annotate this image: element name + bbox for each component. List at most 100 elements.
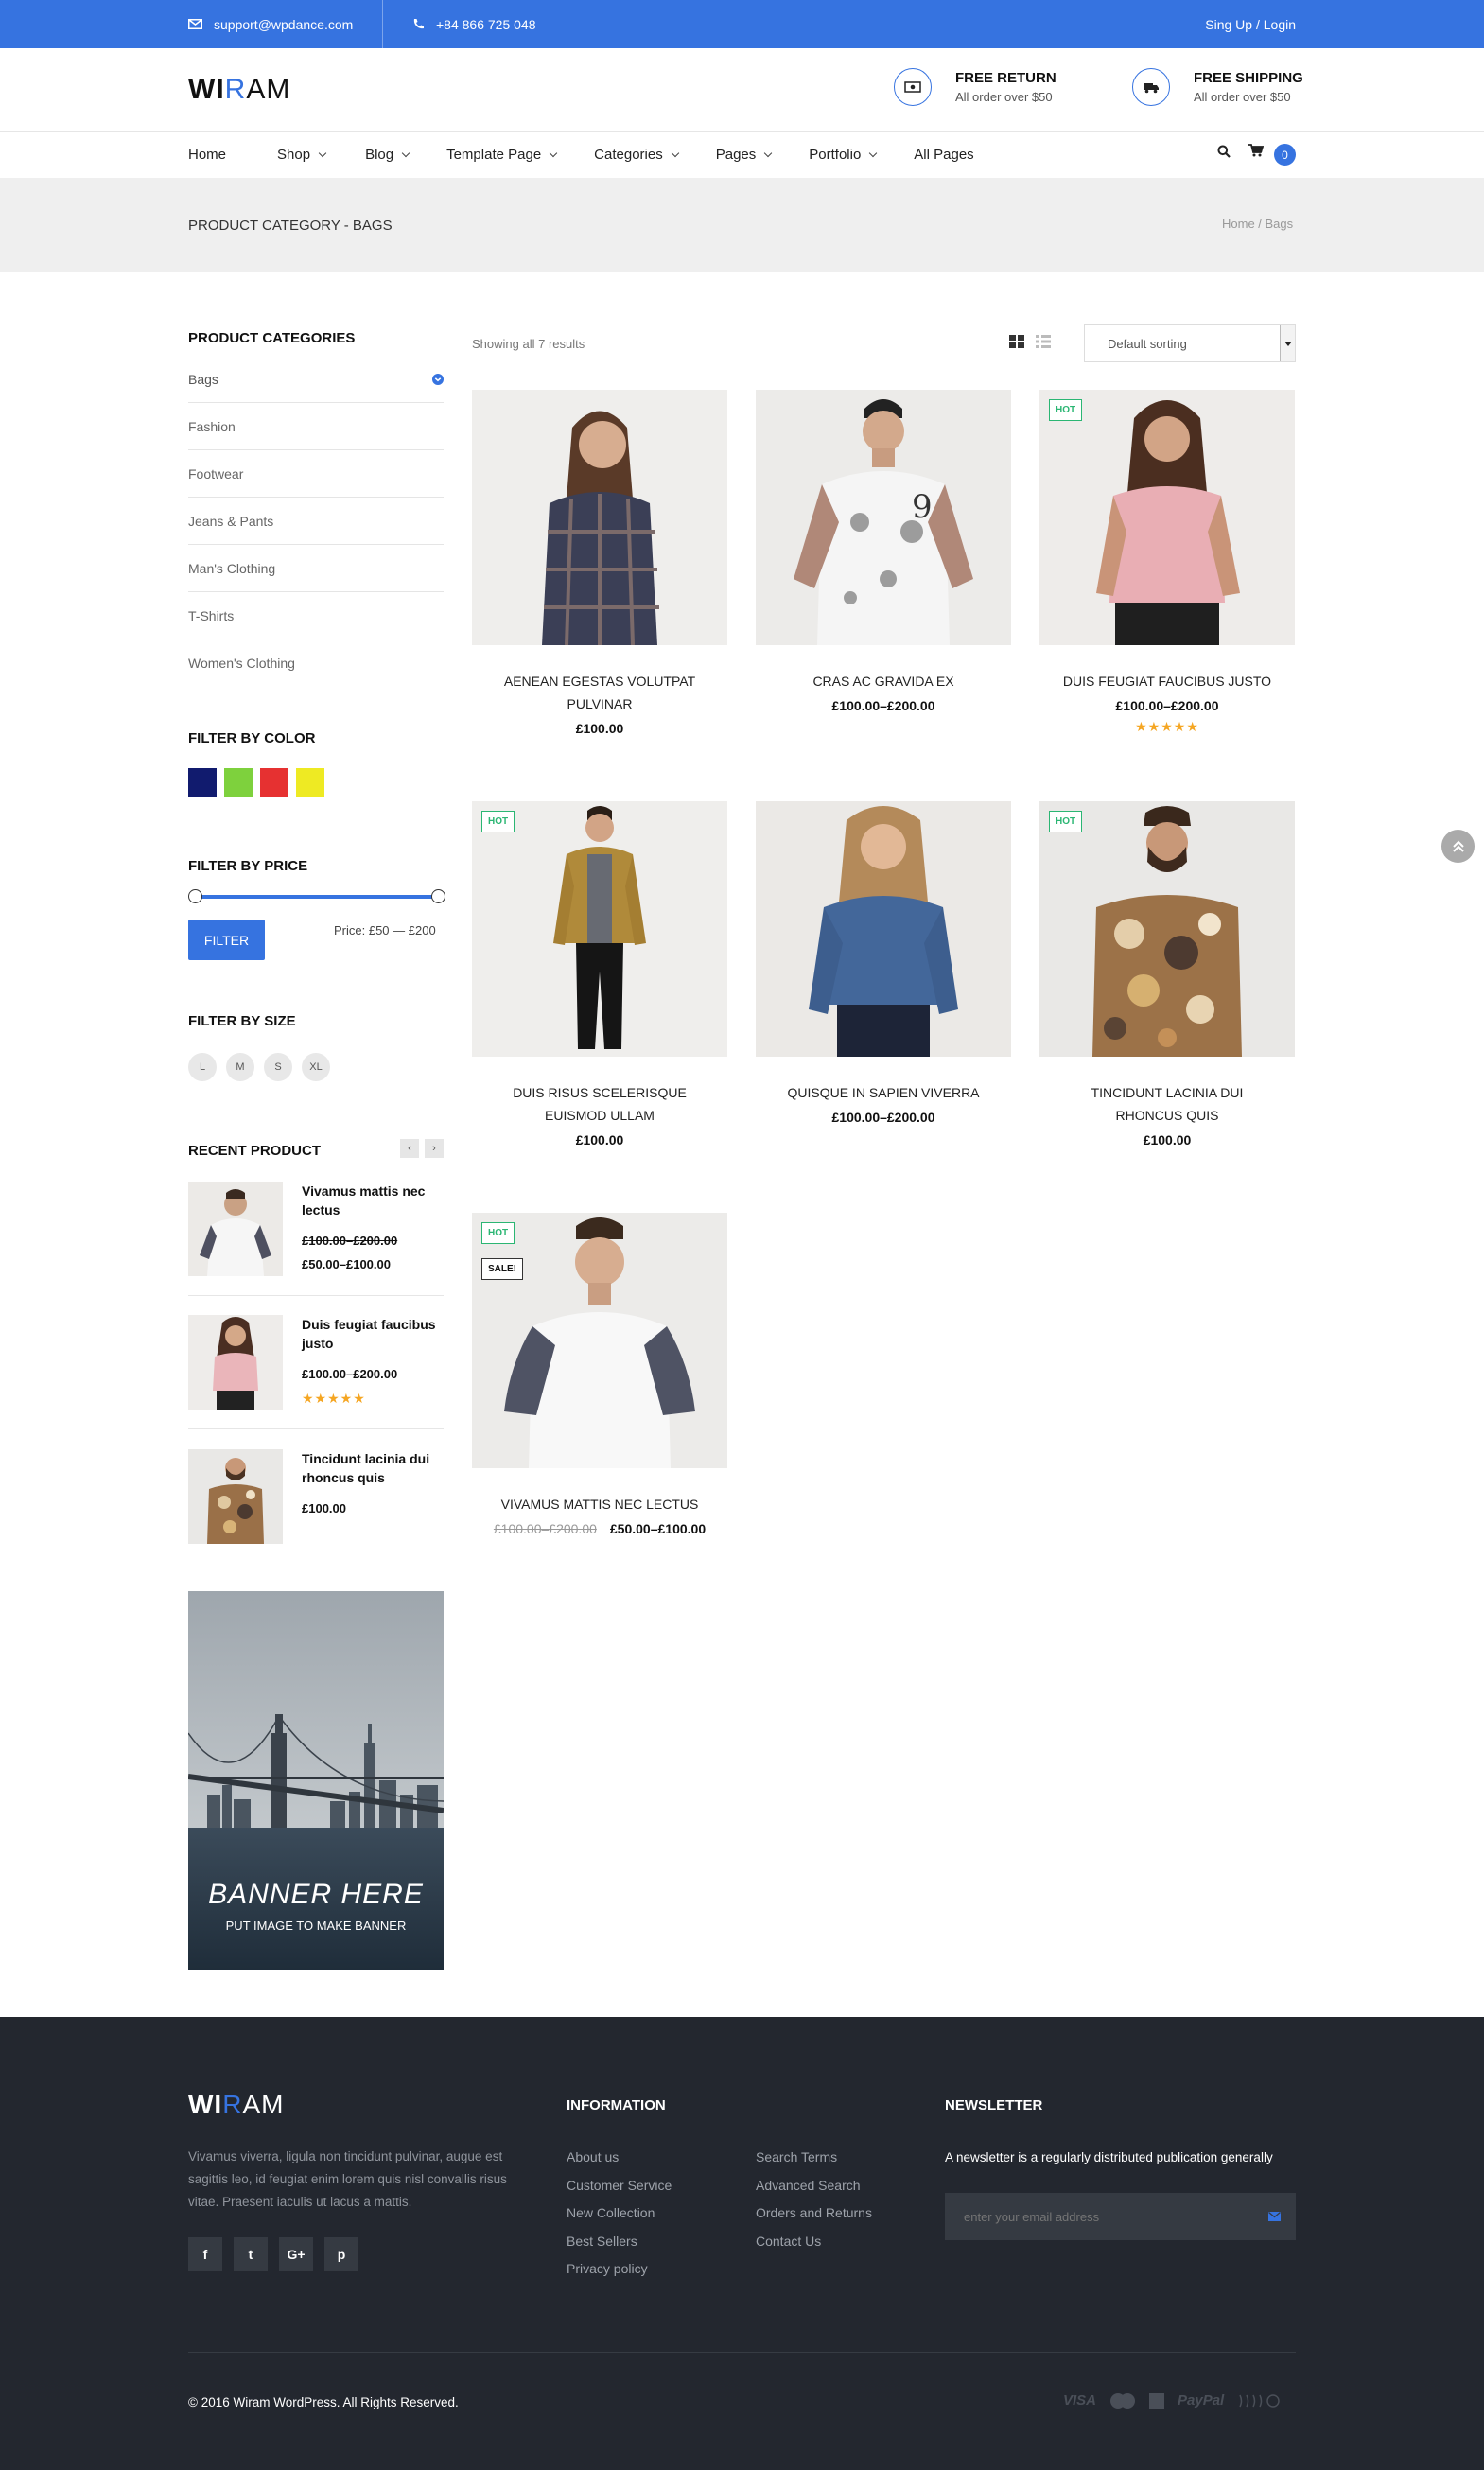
size-option-xl[interactable]: XL (302, 1053, 330, 1081)
nav-item-all-pages[interactable]: All Pages (914, 147, 973, 163)
google-plus-icon[interactable]: G+ (279, 2237, 313, 2271)
footer-link-customer-service[interactable]: Customer Service (567, 2178, 672, 2206)
next-arrow-icon[interactable]: › (425, 1139, 444, 1158)
recent-product-image[interactable] (188, 1182, 283, 1276)
banner-subtitle: PUT IMAGE TO MAKE BANNER (225, 1918, 407, 1933)
scroll-to-top-button[interactable] (1441, 830, 1475, 863)
product-image[interactable]: HOT (1039, 390, 1295, 645)
truck-icon (1132, 68, 1170, 106)
recent-product-name[interactable]: Tincidunt lacinia dui rhoncus quis (302, 1449, 444, 1487)
product-image[interactable] (472, 390, 727, 645)
size-option-s[interactable]: S (264, 1053, 292, 1081)
email-contact[interactable]: support@wpdance.com (188, 0, 353, 48)
phone-contact[interactable]: +84 866 725 048 (412, 0, 536, 48)
nav-item-blog[interactable]: Blog (365, 147, 410, 163)
list-view-icon[interactable] (1036, 335, 1051, 353)
nav-label: Pages (715, 147, 757, 163)
chevron-down-icon (318, 149, 327, 158)
category-item[interactable]: Fashion (188, 403, 444, 450)
category-item[interactable]: Man's Clothing (188, 545, 444, 592)
product-name[interactable]: CRAS AC GRAVIDA EX (756, 670, 1011, 692)
category-item[interactable]: Jeans & Pants (188, 498, 444, 545)
prev-arrow-icon[interactable]: ‹ (400, 1139, 419, 1158)
product-image[interactable]: HOT (1039, 801, 1295, 1057)
banner-title: BANNER HERE (208, 1879, 424, 1910)
nav-item-categories[interactable]: Categories (594, 147, 679, 163)
category-item[interactable]: Footwear (188, 450, 444, 498)
product-name[interactable]: DUIS FEUGIAT FAUCIBUS JUSTO (1039, 670, 1295, 692)
product-card[interactable]: QUISQUE IN SAPIEN VIVERRA £100.00–£200.0… (756, 801, 1011, 1125)
color-swatch-green[interactable] (224, 768, 253, 797)
category-item[interactable]: Women's Clothing (188, 639, 444, 687)
product-name[interactable]: AENEAN EGESTAS VOLUTPAT PULVINAR (472, 670, 727, 715)
product-card[interactable]: AENEAN EGESTAS VOLUTPAT PULVINAR £100.00 (472, 390, 727, 736)
search-icon[interactable] (1217, 145, 1231, 163)
product-card[interactable]: HOT DUIS FEUGIAT FAUCIBUS JUSTO £100.00–… (1039, 390, 1295, 735)
recent-product-old-price: £100.00–£200.00 (302, 1234, 398, 1248)
product-image[interactable]: HOT SALE! (472, 1213, 727, 1468)
product-card[interactable]: HOT DUIS RISUS SCELERISQUE EUISMOD ULLAM… (472, 801, 727, 1147)
chevron-down-icon (671, 149, 679, 158)
nav-item-home[interactable]: Home (188, 147, 226, 163)
product-name[interactable]: TINCIDUNT LACINIA DUI RHONCUS QUIS (1039, 1081, 1295, 1127)
recent-product-price: £100.00–£200.00 (302, 1367, 398, 1381)
product-price: £100.00 (575, 1132, 624, 1147)
footer-link-about[interactable]: About us (567, 2149, 672, 2178)
hot-badge: HOT (481, 1222, 515, 1244)
footer-logo[interactable]: WIRAM (188, 2090, 284, 2120)
nav-item-shop[interactable]: Shop (277, 147, 327, 163)
size-option-l[interactable]: L (188, 1053, 217, 1081)
color-swatch-red[interactable] (260, 768, 288, 797)
nav-item-portfolio[interactable]: Portfolio (809, 147, 878, 163)
product-name[interactable]: VIVAMUS MATTIS NEC LECTUS (472, 1493, 727, 1515)
footer-link-new-collection[interactable]: New Collection (567, 2205, 672, 2234)
product-image[interactable]: HOT (472, 801, 727, 1057)
recent-product-image[interactable] (188, 1315, 283, 1410)
pinterest-icon[interactable]: p (324, 2237, 358, 2271)
category-item[interactable]: T-Shirts (188, 592, 444, 639)
facebook-icon[interactable]: f (188, 2237, 222, 2271)
category-label: Bags (188, 371, 218, 387)
price-slider-max-handle[interactable] (431, 889, 445, 903)
filter-button[interactable]: FILTER (188, 920, 265, 960)
footer-link-best-sellers[interactable]: Best Sellers (567, 2234, 672, 2262)
newsletter-submit-button[interactable] (1252, 2193, 1296, 2240)
product-image[interactable]: 9 (756, 390, 1011, 645)
footer-link-privacy[interactable]: Privacy policy (567, 2261, 672, 2289)
category-item[interactable]: Bags (188, 356, 444, 403)
recent-product-name[interactable]: Vivamus mattis nec lectus (302, 1182, 444, 1219)
grid-view-icon[interactable] (1009, 335, 1024, 353)
cart-icon[interactable] (1248, 144, 1265, 162)
footer-link-advanced-search[interactable]: Advanced Search (756, 2178, 872, 2206)
product-card[interactable]: 9 CRAS AC GRAVIDA EX £100.00–£200.00 (756, 390, 1011, 713)
color-swatch-yellow[interactable] (296, 768, 324, 797)
signup-login-link[interactable]: Sing Up / Login (1205, 0, 1296, 48)
sale-badge: SALE! (481, 1258, 523, 1280)
sort-select[interactable]: Default sorting (1084, 324, 1296, 362)
price-slider-track[interactable] (195, 895, 437, 899)
product-name[interactable]: QUISQUE IN SAPIEN VIVERRA (756, 1081, 1011, 1104)
product-image[interactable] (756, 801, 1011, 1057)
footer-link-orders-returns[interactable]: Orders and Returns (756, 2205, 872, 2234)
breadcrumb[interactable]: Home / Bags (1222, 217, 1293, 231)
size-option-m[interactable]: M (226, 1053, 254, 1081)
nav-item-template-page[interactable]: Template Page (446, 147, 558, 163)
newsletter-email-input[interactable] (945, 2193, 1252, 2240)
footer-link-contact[interactable]: Contact Us (756, 2234, 872, 2262)
logo-accent-part: R (222, 2090, 243, 2119)
recent-product-name[interactable]: Duis feugiat faucibus justo (302, 1315, 444, 1353)
product-card[interactable]: HOT SALE! VIVAMUS MATTIS NEC LECTUS £100… (472, 1213, 727, 1536)
footer-link-search-terms[interactable]: Search Terms (756, 2149, 872, 2178)
product-name[interactable]: DUIS RISUS SCELERISQUE EUISMOD ULLAM (472, 1081, 727, 1127)
nav-item-pages[interactable]: Pages (715, 147, 773, 163)
twitter-icon[interactable]: t (234, 2237, 268, 2271)
recent-product-image[interactable] (188, 1449, 283, 1544)
info-links-col1: About us Customer Service New Collection… (567, 2149, 672, 2289)
product-card[interactable]: HOT TINCIDUNT LACINIA DUI RHONCUS QUIS £… (1039, 801, 1295, 1147)
star-rating: ★★★★★ (302, 1391, 366, 1406)
price-slider-min-handle[interactable] (188, 889, 202, 903)
site-logo[interactable]: WIRAM (188, 74, 290, 106)
color-swatch-navy[interactable] (188, 768, 217, 797)
sidebar-banner[interactable]: BANNER HERE PUT IMAGE TO MAKE BANNER (188, 1591, 444, 1970)
contactless-icon (1239, 2393, 1280, 2408)
